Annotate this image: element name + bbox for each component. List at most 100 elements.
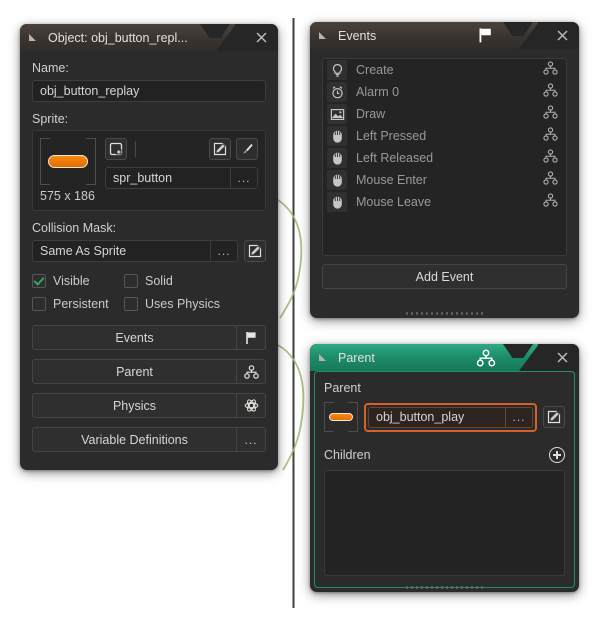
mouse-icon: [327, 170, 347, 190]
list-item-label: Mouse Enter: [356, 173, 427, 187]
list-item[interactable]: Left Pressed: [323, 125, 566, 147]
mouse-icon: [327, 126, 347, 146]
uses-physics-checkbox-box[interactable]: [124, 297, 138, 311]
parent-object-field-highlight: obj_button_play ...: [364, 402, 537, 432]
list-item[interactable]: Draw: [323, 103, 566, 125]
collapse-triangle-icon[interactable]: [319, 353, 329, 363]
checkbox-persistent[interactable]: Persistent: [32, 297, 124, 311]
ellipsis-icon: ...: [236, 428, 265, 451]
parent-edit-image-icon[interactable]: [543, 406, 565, 428]
list-item[interactable]: Create: [323, 59, 566, 81]
sprite-thumbnail[interactable]: [40, 138, 96, 185]
events-window-titlebar[interactable]: Events: [310, 22, 579, 49]
checkbox-visible[interactable]: Visible: [32, 274, 124, 288]
persistent-label: Persistent: [53, 297, 109, 311]
collision-mask-menu-button[interactable]: ...: [210, 241, 237, 261]
parent-object-value: obj_button_play: [376, 410, 465, 424]
plus-circle-icon[interactable]: [549, 447, 565, 463]
new-sprite-icon[interactable]: [105, 138, 127, 160]
collision-mask-label: Collision Mask:: [32, 221, 117, 235]
variable-definitions-button[interactable]: Variable Definitions ...: [32, 427, 266, 452]
checkbox-uses-physics[interactable]: Uses Physics: [124, 297, 220, 311]
parent-node-icon[interactable]: [543, 148, 558, 168]
list-item-label: Draw: [356, 107, 386, 121]
name-label: Name:: [32, 61, 69, 75]
sprite-section: 575 x 186 spr_button ...: [32, 130, 266, 211]
events-button-label: Events: [115, 330, 154, 345]
solid-label: Solid: [145, 274, 173, 288]
parent-object-menu-button[interactable]: ...: [505, 407, 532, 427]
children-list[interactable]: [324, 470, 565, 576]
collision-edit-image-icon[interactable]: [244, 240, 266, 262]
resize-grip[interactable]: [405, 586, 484, 589]
parent-node-icon: [236, 360, 265, 383]
events-window-title: Events: [338, 28, 377, 43]
object-window-title: Object: obj_button_repl...: [48, 30, 188, 45]
persistent-checkbox-box[interactable]: [32, 297, 46, 311]
mouse-icon: [327, 148, 347, 168]
physics-button[interactable]: Physics: [32, 393, 266, 418]
flag-icon: [236, 326, 265, 349]
parent-node-icon[interactable]: [543, 192, 558, 212]
parent-node-icon[interactable]: [543, 126, 558, 146]
children-label: Children: [324, 448, 371, 462]
collapse-triangle-icon[interactable]: [29, 33, 39, 43]
mouse-icon: [327, 192, 347, 212]
edit-image-icon[interactable]: [209, 138, 231, 160]
list-item-label: Left Released: [356, 151, 434, 165]
checkbox-solid[interactable]: Solid: [124, 274, 173, 288]
object-name-field[interactable]: obj_button_replay: [32, 80, 266, 102]
object-properties-window[interactable]: Object: obj_button_repl... Name: obj_but…: [20, 24, 278, 470]
list-item[interactable]: Left Released: [323, 147, 566, 169]
physics-atom-icon: [236, 394, 265, 417]
parent-button[interactable]: Parent: [32, 359, 266, 384]
list-item-label: Mouse Leave: [356, 195, 432, 209]
close-icon[interactable]: [551, 22, 573, 49]
events-list[interactable]: Create Alarm 0 Draw Left Pressed Left Re…: [322, 58, 567, 256]
list-item[interactable]: Alarm 0: [323, 81, 566, 103]
alarm-clock-icon: [327, 82, 347, 102]
sprite-menu-button[interactable]: ...: [230, 168, 257, 188]
resize-grip[interactable]: [405, 312, 484, 315]
sprite-value: spr_button: [113, 171, 173, 185]
sprite-label: Sprite:: [32, 112, 69, 126]
uses-physics-label: Uses Physics: [145, 297, 221, 311]
paintbrush-icon[interactable]: [236, 138, 258, 160]
solid-checkbox-box[interactable]: [124, 274, 138, 288]
object-window-titlebar[interactable]: Object: obj_button_repl...: [20, 24, 278, 51]
parent-window-titlebar[interactable]: Parent: [310, 344, 579, 371]
parent-node-icon[interactable]: [543, 82, 558, 102]
events-button[interactable]: Events: [32, 325, 266, 350]
connector-parent: [277, 344, 305, 471]
add-event-button[interactable]: Add Event: [322, 264, 567, 289]
variable-definitions-button-label: Variable Definitions: [81, 432, 188, 447]
list-item[interactable]: Mouse Enter: [323, 169, 566, 191]
list-item-label: Left Pressed: [356, 129, 427, 143]
parent-button-label: Parent: [116, 364, 153, 379]
parent-field-label: Parent: [324, 381, 361, 395]
events-window[interactable]: Events Create Alarm 0 Draw Left Pressed …: [310, 22, 579, 318]
parent-node-icon[interactable]: [543, 170, 558, 190]
visible-label: Visible: [53, 274, 90, 288]
connector-events: [277, 199, 303, 319]
parent-object-field[interactable]: obj_button_play ...: [368, 406, 533, 428]
object-name-value: obj_button_replay: [40, 84, 140, 98]
visible-checkbox-box[interactable]: [32, 274, 46, 288]
close-icon[interactable]: [551, 344, 573, 371]
toolbar-divider: [135, 141, 136, 157]
list-item-label: Create: [356, 63, 394, 77]
collapse-triangle-icon[interactable]: [319, 31, 329, 41]
flag-icon: [478, 22, 494, 49]
collision-mask-field[interactable]: Same As Sprite ...: [32, 240, 238, 262]
image-icon: [327, 104, 347, 124]
sprite-dimensions: 575 x 186: [40, 189, 95, 203]
parent-sprite-preview: [329, 413, 353, 421]
parent-window[interactable]: Parent Parent obj_button_play ... Childr…: [310, 344, 579, 592]
collision-mask-value: Same As Sprite: [40, 244, 127, 258]
parent-node-icon[interactable]: [543, 60, 558, 80]
close-icon[interactable]: [250, 24, 272, 51]
parent-node-icon[interactable]: [543, 104, 558, 124]
physics-button-label: Physics: [112, 398, 157, 413]
sprite-field[interactable]: spr_button ...: [105, 167, 258, 189]
list-item[interactable]: Mouse Leave: [323, 191, 566, 213]
